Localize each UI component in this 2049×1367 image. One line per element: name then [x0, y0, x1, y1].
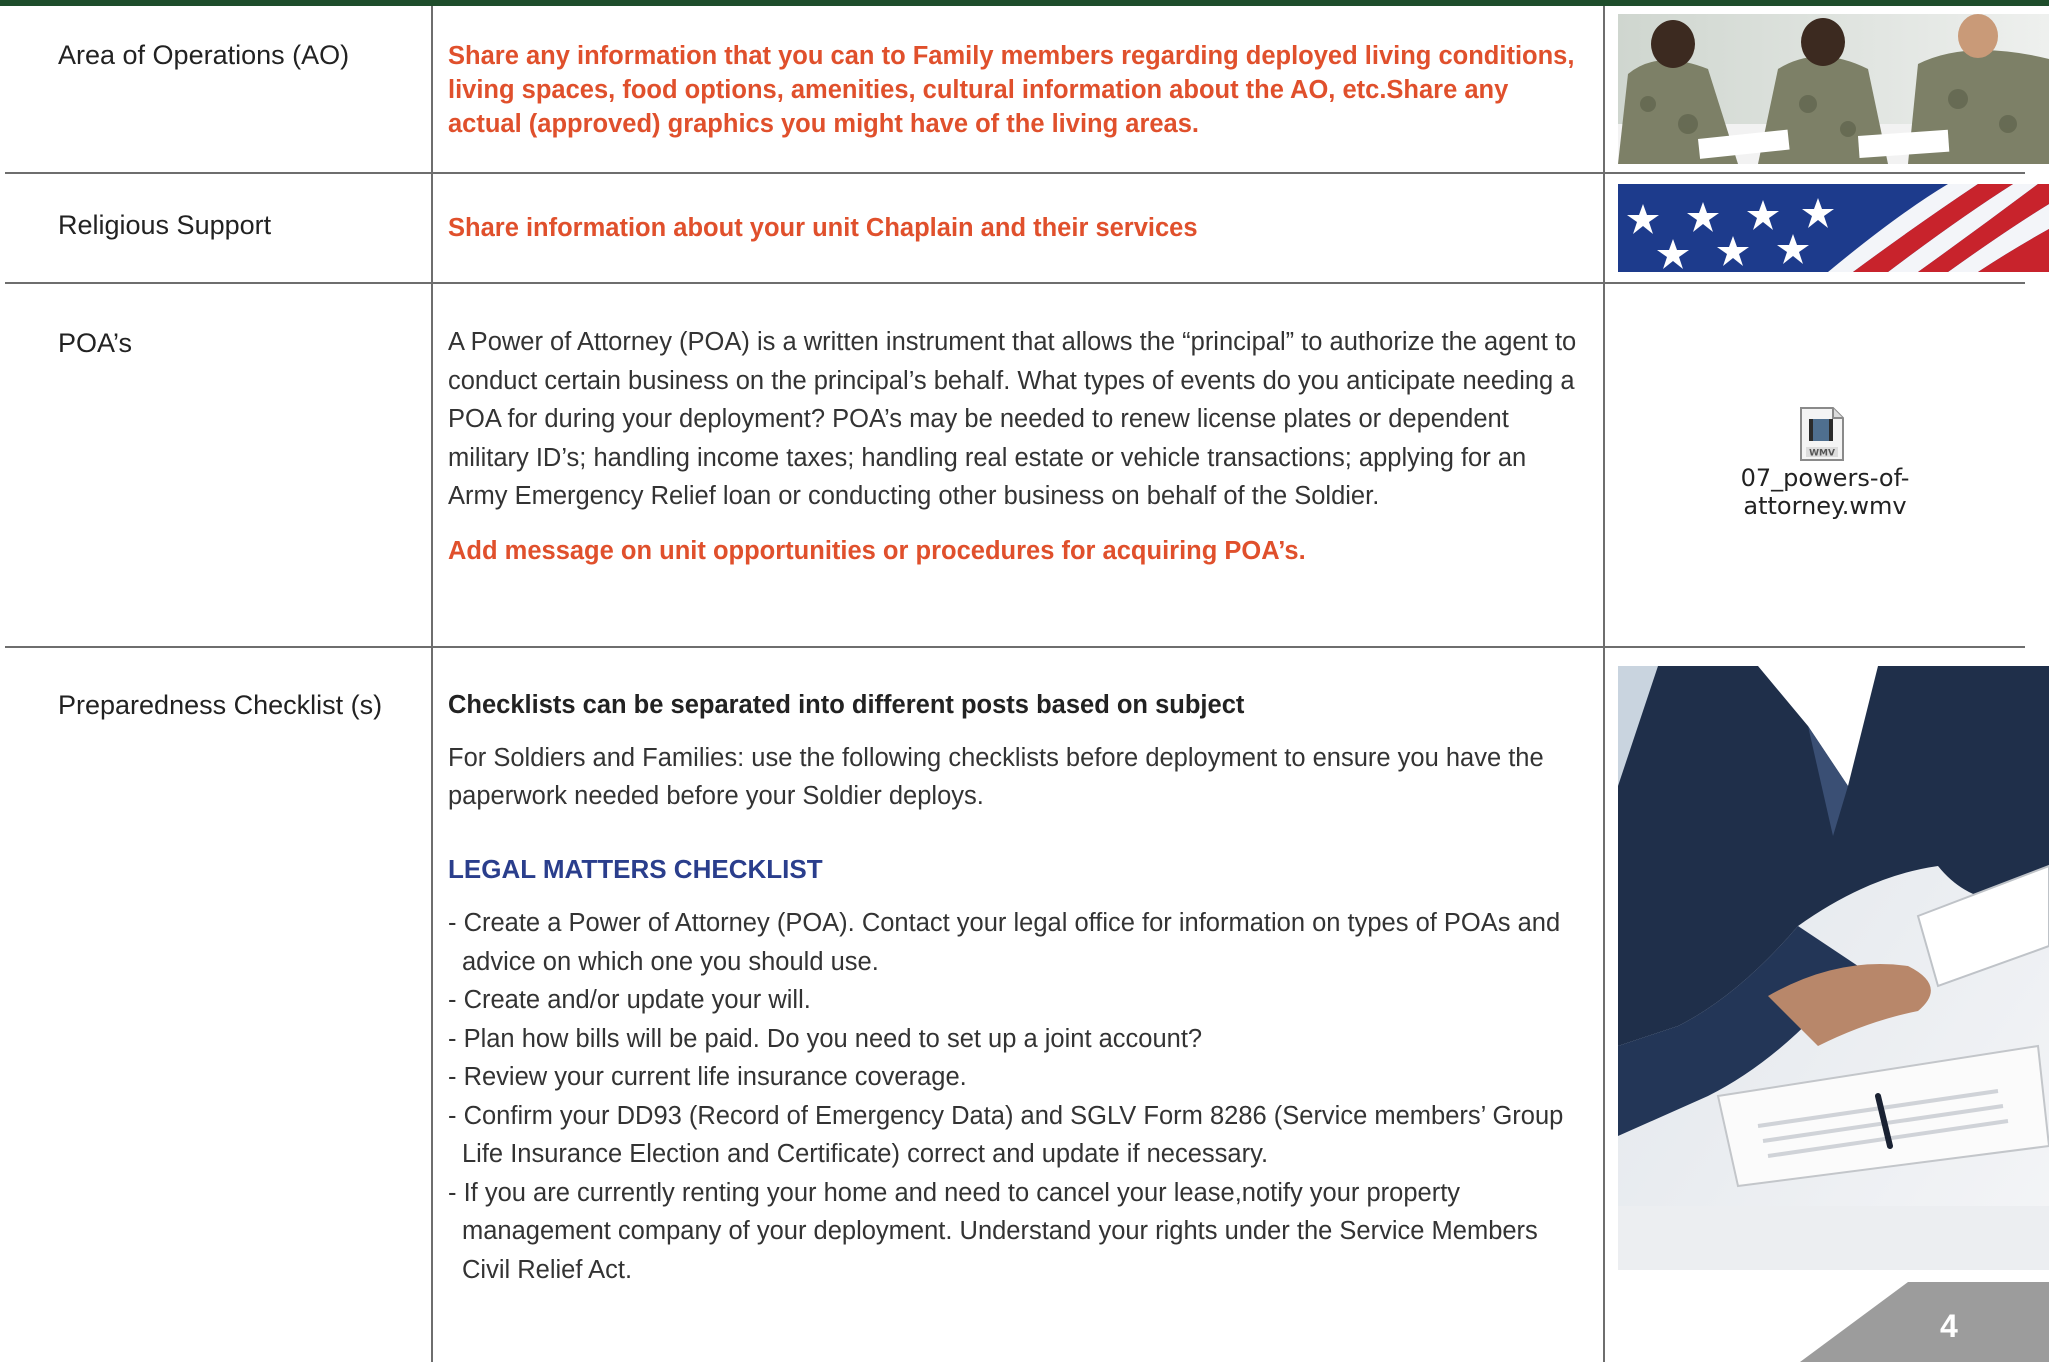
row-divider: [5, 172, 2025, 174]
american-flag-banner: [1618, 184, 2049, 272]
checklist-intro-text: For Soldiers and Families: use the follo…: [448, 743, 1544, 811]
legal-checklist-items: - Create a Power of Attorney (POA). Cont…: [448, 904, 1578, 1289]
file-icon-label: WMV: [1809, 449, 1835, 459]
page-number: 4: [1940, 1308, 1958, 1344]
poa-unit-note: Add message on unit opportunities or pro…: [448, 536, 1306, 565]
poa-description: A Power of Attorney (POA) is a written i…: [448, 328, 1577, 510]
checklist-subject-heading: Checklists can be separated into differe…: [448, 691, 1245, 719]
row-label-preparedness-checklist: Preparedness Checklist (s): [58, 690, 383, 720]
row-divider: [5, 282, 2025, 284]
checklist-item: - Create and/or update your will.: [448, 986, 811, 1014]
row-content-poa: A Power of Attorney (POA) is a written i…: [448, 323, 1578, 570]
soldiers-writing-photo: [1618, 14, 2049, 164]
file-name-label[interactable]: 07_powers-of-attorney.wmv: [1660, 464, 1990, 520]
religious-support-guidance-text: Share information about your unit Chapla…: [448, 214, 1198, 242]
row-content-preparedness-checklist: Checklists can be separated into differe…: [448, 686, 1578, 1289]
checklist-item: - Confirm your DD93 (Record of Emergency…: [448, 1101, 1564, 1169]
column-divider: [1603, 6, 1605, 1362]
row-content-ao: Share any information that you can to Fa…: [448, 39, 1578, 141]
column-divider: [431, 6, 433, 1362]
top-accent-bar: [0, 0, 2049, 6]
row-content-religious-support: Share information about your unit Chapla…: [448, 209, 1578, 248]
checklist-item: - If you are currently renting your home…: [448, 1178, 1538, 1284]
checklist-item: - Create a Power of Attorney (POA). Cont…: [448, 909, 1561, 976]
row-label-religious-support: Religious Support: [58, 210, 272, 240]
page-number-tab: [1800, 1282, 2049, 1362]
checklist-item: - Plan how bills will be paid. Do you ne…: [448, 1024, 1203, 1053]
checklist-item: - Review your current life insurance cov…: [448, 1063, 967, 1091]
businessman-reviewing-documents-photo: [1618, 666, 2049, 1270]
row-label-ao: Area of Operations (AO): [58, 40, 350, 70]
ao-guidance-text: Share any information that you can to Fa…: [448, 42, 1575, 138]
legal-matters-checklist-title: LEGAL MATTERS CHECKLIST: [448, 853, 823, 884]
row-label-poa: POA’s: [58, 328, 133, 358]
row-divider: [5, 646, 2025, 648]
wmv-file-icon[interactable]: WMV: [1799, 407, 1845, 461]
